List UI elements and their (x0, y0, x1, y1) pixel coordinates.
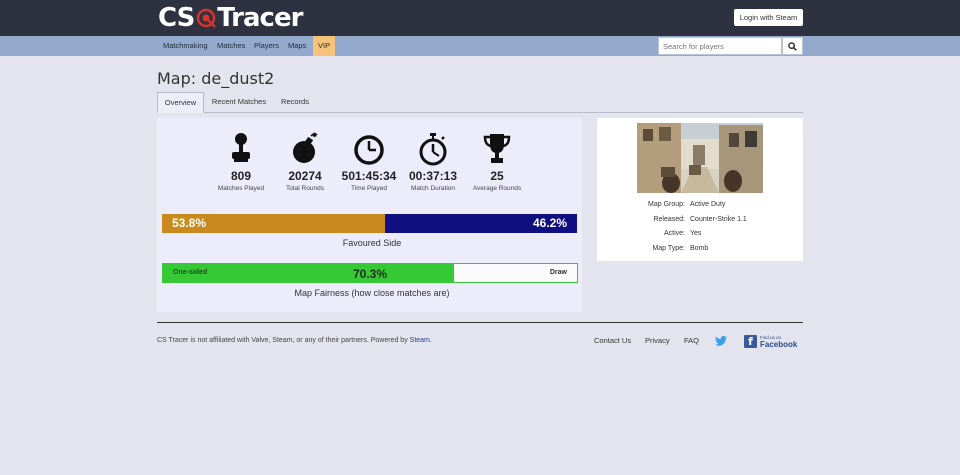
login-with-steam-button[interactable]: Login with Steam (734, 9, 803, 26)
map-group-key: Map Group: (648, 201, 685, 208)
joystick-icon (232, 133, 250, 162)
matches-played-value: 809 (230, 169, 252, 183)
player-search-input[interactable] (658, 37, 782, 55)
steam-link[interactable]: Steam (410, 337, 430, 344)
nav-item-matchmaking[interactable]: Matchmaking (163, 36, 208, 56)
stat-total-rounds (273, 132, 337, 166)
favoured-side-caption: Favoured Side (342, 238, 402, 248)
stat-time-played (337, 132, 401, 166)
average-rounds-label: Average Rounds (472, 185, 522, 192)
tab-records[interactable]: Records (276, 92, 314, 113)
page-title: Map: de_dust2 (157, 69, 275, 88)
favoured-side-left-bar: 53.8% (162, 214, 385, 233)
stat-average-rounds (465, 132, 529, 166)
footer-disclaimer-text: CS Tracer is not affiliated with Valve, … (157, 337, 408, 344)
tab-recent-matches[interactable]: Recent Matches (208, 92, 270, 113)
released-value: Counter-Strike 1.1 (690, 216, 747, 223)
active-value: Yes (690, 230, 702, 237)
facebook-link[interactable]: f Find us on Facebook (744, 334, 798, 349)
footer-period: . (429, 337, 432, 344)
logo-text-cs: CS (158, 3, 195, 33)
match-duration-label: Match Duration (410, 185, 456, 192)
site-logo[interactable]: CS Tracer (158, 3, 303, 33)
map-type-value: Bomb (690, 245, 709, 252)
matches-played-label: Matches Played (217, 185, 265, 192)
clock-icon (354, 135, 384, 165)
nav-item-maps[interactable]: Maps (288, 36, 306, 56)
map-type-key: Map Type: (652, 245, 685, 252)
released-key: Released: (653, 216, 685, 223)
logo-text-tracer: Tracer (217, 3, 303, 33)
total-rounds-label: Total Rounds (286, 185, 324, 192)
facebook-text: Find us on Facebook (760, 334, 798, 349)
total-rounds-value: 20274 (288, 169, 322, 183)
crosshair-logo-icon (197, 8, 217, 28)
footer-divider (157, 322, 803, 323)
footer-disclaimer: CS Tracer is not affiliated with Valve, … (157, 337, 432, 344)
time-played-label: Time Played (351, 185, 387, 192)
facebook-icon: f (744, 334, 757, 348)
footer-link-faq[interactable]: FAQ (684, 336, 699, 345)
nav-item-players[interactable]: Players (254, 36, 279, 56)
nav-item-matches[interactable]: Matches (217, 36, 245, 56)
active-key: Active: (663, 230, 685, 237)
time-played-value: 501:45:34 (341, 169, 397, 183)
trophy-icon (483, 134, 511, 163)
twitter-icon[interactable] (715, 336, 727, 346)
map-fairness-bar: One-sided 70.3% Draw (162, 263, 578, 283)
stat-match-duration (401, 132, 465, 166)
favoured-side-right-bar: 46.2% (385, 214, 577, 233)
main-nav: Matchmaking Matches Players Maps VIP (0, 36, 960, 56)
stopwatch-icon (419, 133, 447, 166)
average-rounds-value: 25 (490, 169, 504, 183)
facebook-big-text: Facebook (760, 340, 798, 349)
fairness-one-sided-label: One-sided (173, 269, 208, 276)
search-button[interactable] (782, 37, 803, 55)
nav-item-vip[interactable]: VIP (313, 36, 336, 56)
top-bar: CS Tracer Login with Steam (0, 0, 960, 36)
search-icon (788, 41, 797, 51)
footer-link-privacy[interactable]: Privacy (645, 336, 670, 345)
fairness-value: 70.3% (353, 267, 388, 281)
stat-matches-played (209, 132, 273, 166)
map-preview-image (637, 123, 763, 193)
map-fairness-caption: Map Fairness (how close matches are) (294, 288, 450, 298)
footer-link-contact-us[interactable]: Contact Us (594, 336, 631, 345)
match-duration-value: 00:37:13 (408, 169, 458, 183)
tab-overview[interactable]: Overview (157, 92, 204, 113)
bomb-icon (293, 132, 318, 163)
fairness-draw-label: Draw (549, 269, 567, 276)
map-group-value: Active Duty (690, 201, 726, 208)
